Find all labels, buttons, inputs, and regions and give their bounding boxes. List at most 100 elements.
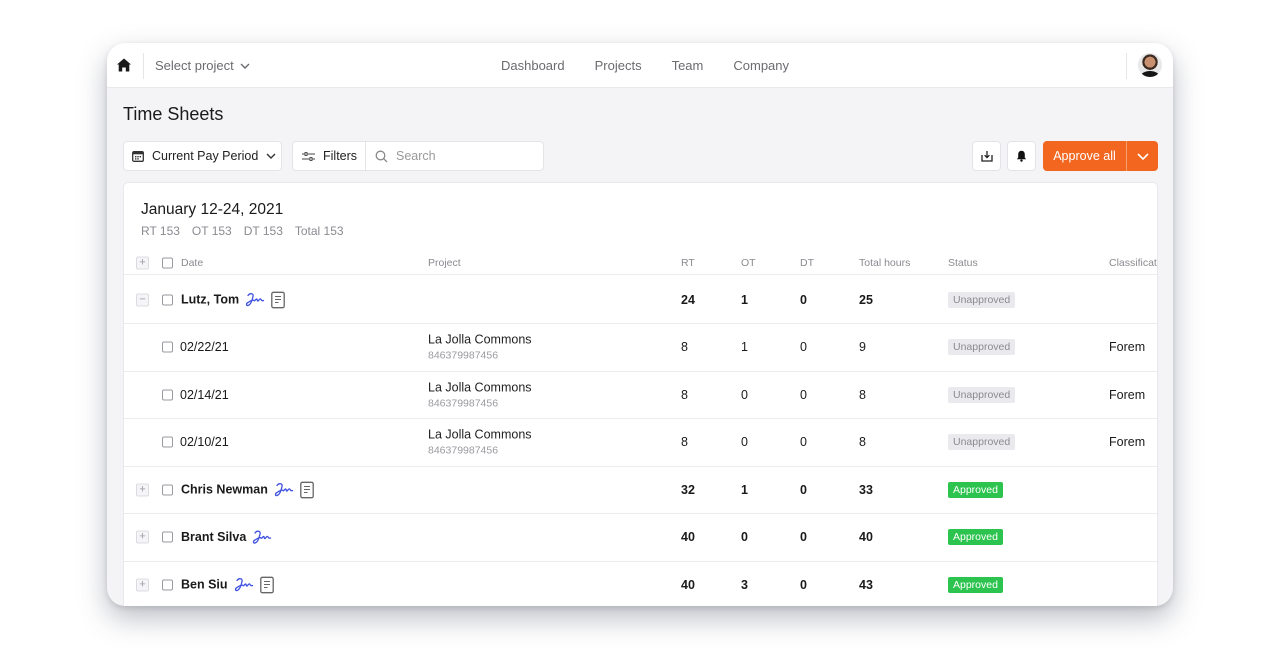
employee-name[interactable]: Brant Silva (181, 530, 246, 544)
filters-button[interactable]: Filters (293, 142, 366, 170)
header-classification[interactable]: Classificat (1109, 257, 1157, 269)
project-cell: La Jolla Commons 846379987456 (428, 428, 532, 457)
dt-value: 0 (800, 292, 807, 307)
export-button[interactable] (972, 141, 1001, 171)
timesheet-card: January 12-24, 2021 RT 153 OT 153 DT 153… (123, 182, 1158, 606)
row-checkbox[interactable] (162, 294, 173, 305)
signature-icon (274, 483, 293, 497)
total-rt: RT 153 (141, 224, 180, 238)
header-date[interactable]: Date (181, 257, 203, 269)
select-project-dropdown[interactable]: Select project (155, 58, 250, 73)
date-value: 02/14/21 (180, 387, 229, 402)
project-name[interactable]: La Jolla Commons (428, 380, 532, 394)
header-dt[interactable]: DT (800, 257, 814, 269)
employee-cell: Ben Siu (181, 576, 274, 593)
document-icon[interactable] (299, 481, 314, 498)
row-checkbox[interactable] (162, 484, 173, 495)
project-cell: La Jolla Commons 846379987456 (428, 380, 532, 409)
rt-value: 8 (681, 387, 688, 402)
main-nav: Dashboard Projects Team Company (501, 58, 789, 73)
nav-team[interactable]: Team (672, 58, 704, 73)
collapse-row-button[interactable]: − (136, 293, 149, 306)
row-checkbox[interactable] (162, 579, 173, 590)
status-badge: Unapproved (948, 386, 1016, 403)
header-total-hours[interactable]: Total hours (859, 257, 910, 269)
dt-value: 0 (800, 435, 807, 449)
expand-row-button[interactable]: + (136, 530, 149, 544)
expand-row-button[interactable]: + (136, 578, 149, 591)
pay-period-title: January 12-24, 2021 (141, 201, 284, 218)
dt-value: 0 (800, 340, 807, 354)
status-badge: Approved (948, 481, 1003, 498)
signature-icon (245, 293, 265, 307)
chevron-down-icon (240, 63, 250, 69)
nav-dashboard[interactable]: Dashboard (501, 58, 565, 73)
rt-value: 40 (681, 530, 695, 544)
document-icon[interactable] (271, 291, 285, 308)
document-icon[interactable] (259, 576, 274, 593)
classification-value: Forem (1109, 435, 1146, 449)
timesheet-entry-row[interactable]: 02/14/21 La Jolla Commons 846379987456 8 0 0 8… (124, 371, 1157, 419)
nav-projects[interactable]: Projects (595, 58, 642, 73)
signature-icon (253, 530, 272, 544)
employee-row[interactable]: + Ben Siu 40 3 0 43 Approved (124, 561, 1157, 606)
sliders-icon (302, 151, 315, 161)
header-rt[interactable]: RT (681, 257, 695, 269)
total-hours-value: 43 (859, 577, 873, 592)
home-icon[interactable] (116, 57, 132, 73)
rt-value: 24 (681, 292, 695, 307)
approve-all-button[interactable]: Approve all (1043, 141, 1127, 171)
top-navigation-bar: Select project Dashboard Projects Team C… (107, 43, 1173, 88)
row-checkbox[interactable] (162, 531, 173, 543)
ot-value: 0 (741, 387, 748, 402)
row-checkbox[interactable] (162, 389, 173, 400)
app-window: Select project Dashboard Projects Team C… (107, 43, 1173, 606)
header-ot[interactable]: OT (741, 257, 756, 269)
approve-all-label: Approve all (1053, 149, 1116, 163)
select-project-label: Select project (155, 58, 234, 73)
approve-options-dropdown[interactable] (1127, 141, 1158, 171)
dt-value: 0 (800, 530, 807, 544)
status-badge: Unapproved (948, 434, 1016, 450)
download-tray-icon (980, 151, 993, 162)
header-status[interactable]: Status (948, 257, 978, 269)
employee-row[interactable]: + Chris Newman 32 1 0 33 Approved (124, 466, 1157, 514)
row-checkbox[interactable] (162, 436, 173, 448)
expand-all-button[interactable]: + (136, 256, 149, 269)
employee-name[interactable]: Ben Siu (181, 578, 228, 592)
signature-icon (234, 578, 253, 592)
filters-label: Filters (323, 149, 358, 163)
employee-row[interactable]: − Lutz, Tom 24 1 0 25 Unapproved (124, 276, 1157, 324)
status-badge: Unapproved (948, 291, 1016, 308)
employee-row[interactable]: + Brant Silva 40 0 0 40 Approved (124, 514, 1157, 562)
expand-row-button[interactable]: + (136, 483, 149, 496)
employee-name[interactable]: Lutz, Tom (181, 293, 239, 307)
total-hours-value: 40 (859, 530, 873, 544)
pay-period-dropdown[interactable]: Current Pay Period (123, 141, 282, 171)
total-hours-value: 9 (859, 340, 866, 354)
project-name[interactable]: La Jolla Commons (428, 333, 532, 347)
row-checkbox[interactable] (162, 341, 173, 353)
employee-name[interactable]: Chris Newman (181, 483, 268, 497)
timesheet-entry-row[interactable]: 02/22/21 La Jolla Commons 846379987456 8 1 0 9… (124, 324, 1157, 372)
employee-cell: Chris Newman (181, 481, 314, 498)
search-input[interactable] (396, 149, 536, 163)
user-avatar[interactable] (1138, 53, 1162, 77)
project-name[interactable]: La Jolla Commons (428, 428, 532, 442)
dt-value: 0 (800, 482, 807, 497)
dt-value: 0 (800, 387, 807, 402)
timesheet-entry-row[interactable]: 02/10/21 La Jolla Commons 846379987456 8 0 0 8… (124, 419, 1157, 467)
project-id: 846379987456 (428, 349, 499, 362)
total-hours-value: 33 (859, 482, 873, 497)
total-ot: OT 153 (191, 224, 232, 238)
project-id: 846379987456 (428, 397, 499, 409)
notifications-button[interactable] (1007, 141, 1036, 171)
project-cell: La Jolla Commons 846379987456 (428, 333, 532, 362)
nav-company[interactable]: Company (733, 58, 789, 73)
status-badge: Approved (948, 529, 1003, 545)
rt-value: 8 (681, 340, 688, 354)
select-all-checkbox[interactable] (162, 257, 173, 268)
employee-cell: Brant Silva (181, 529, 272, 545)
ot-value: 0 (741, 435, 748, 449)
header-project[interactable]: Project (428, 257, 461, 269)
